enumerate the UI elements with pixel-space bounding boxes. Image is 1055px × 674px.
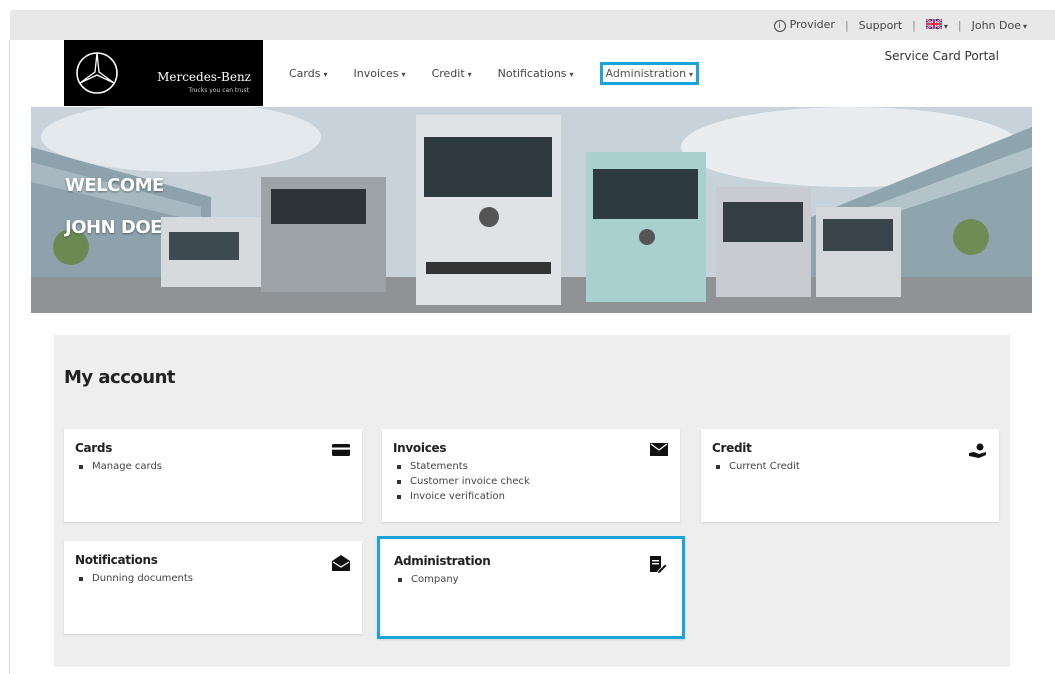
info-icon: i (773, 20, 786, 32)
provider-link[interactable]: i Provider (773, 18, 835, 32)
portal-title: Service Card Portal (884, 49, 999, 63)
credit-card-icon (332, 444, 350, 456)
chevron-down-icon: ▾ (1022, 21, 1027, 31)
chevron-down-icon: ▾ (943, 21, 948, 31)
divider: | (844, 18, 849, 32)
welcome-heading: WELCOME (65, 175, 164, 196)
account-card-administration[interactable]: Administration Company (377, 536, 685, 639)
card-link-list: Dunning documents (76, 571, 193, 586)
nav-label: Cards (289, 67, 321, 80)
account-card-invoices[interactable]: Invoices Statements Customer invoice che… (382, 429, 680, 522)
link-dunning-documents[interactable]: Dunning documents (76, 571, 193, 586)
section-title: My account (64, 367, 176, 388)
welcome-banner: WELCOME JOHN DOE (31, 107, 1032, 313)
account-card-notifications[interactable]: Notifications Dunning documents (64, 541, 362, 634)
account-card-cards[interactable]: Cards Manage cards (64, 429, 362, 522)
top-utility-bar: i Provider | Support | ▾ | John Doe ▾ (10, 10, 1055, 40)
brand-logo[interactable]: Mercedes-Benz Trucks you can trust (64, 40, 263, 106)
uk-flag-icon (925, 18, 942, 29)
welcome-user-name: JOHN DOE (65, 217, 162, 238)
link-company[interactable]: Company (395, 572, 459, 587)
provider-label: Provider (789, 18, 835, 31)
account-card-credit[interactable]: Credit Current Credit (701, 429, 999, 522)
nav-label: Invoices (353, 67, 399, 80)
open-envelope-icon (332, 555, 350, 571)
user-name: John Doe (971, 18, 1021, 32)
nav-cards[interactable]: Cards ▾ (289, 67, 327, 85)
chevron-down-icon: ▾ (467, 70, 472, 79)
user-menu[interactable]: John Doe ▾ (972, 19, 1027, 32)
divider: | (912, 18, 916, 32)
hand-coin-icon (969, 443, 986, 458)
chevron-down-icon: ▾ (689, 70, 694, 79)
card-title: Invoices (393, 441, 447, 455)
link-manage-cards[interactable]: Manage cards (76, 459, 162, 474)
card-link-list: Manage cards (76, 459, 162, 474)
mercedes-star-icon (76, 52, 118, 94)
brand-name: Mercedes-Benz (157, 70, 251, 84)
chevron-down-icon: ▾ (401, 70, 406, 79)
truck-lineup-image (31, 107, 1032, 313)
card-link-list: Company (395, 572, 459, 587)
card-title: Credit (712, 441, 752, 455)
nav-notifications[interactable]: Notifications ▾ (498, 67, 574, 85)
main-nav: Cards ▾ Invoices ▾ Credit ▾ Notifications ▾ … (289, 62, 725, 85)
my-account-panel: My account Cards Manage cards Invoices S… (54, 335, 1010, 667)
nav-administration[interactable]: Administration ▾ (599, 62, 700, 85)
card-link-list: Statements Customer invoice check Invoic… (394, 459, 530, 504)
envelope-icon (650, 443, 668, 456)
link-customer-invoice-check[interactable]: Customer invoice check (394, 474, 530, 489)
brand-tagline: Trucks you can trust (188, 87, 249, 94)
nav-invoices[interactable]: Invoices ▾ (353, 67, 405, 85)
divider: | (957, 18, 962, 32)
page-border (9, 40, 10, 674)
link-invoice-verification[interactable]: Invoice verification (394, 489, 530, 504)
link-statements[interactable]: Statements (394, 459, 530, 474)
link-current-credit[interactable]: Current Credit (713, 459, 800, 474)
nav-credit[interactable]: Credit ▾ (432, 67, 472, 85)
chevron-down-icon: ▾ (569, 70, 574, 79)
nav-label: Notifications (497, 67, 567, 80)
card-title: Cards (75, 441, 113, 455)
card-link-list: Current Credit (713, 459, 800, 474)
document-edit-icon (650, 556, 667, 574)
support-link[interactable]: Support (859, 19, 902, 32)
chevron-down-icon: ▾ (323, 70, 328, 79)
nav-label: Credit (431, 67, 465, 80)
language-selector[interactable]: ▾ (925, 18, 948, 32)
card-title: Notifications (75, 553, 158, 567)
utility-links: i Provider | Support | ▾ | John Doe ▾ (773, 10, 1027, 40)
card-title: Administration (394, 554, 491, 568)
nav-label: Administration (605, 67, 687, 80)
